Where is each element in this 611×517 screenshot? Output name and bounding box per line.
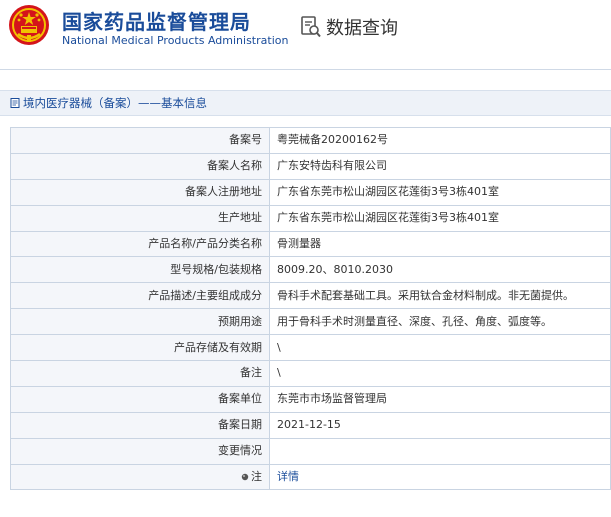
row-value: 2021-12-15	[269, 411, 611, 439]
row-label: 备案日期	[10, 411, 270, 439]
table-row: 备注 \	[10, 360, 611, 387]
national-emblem-icon	[9, 5, 49, 45]
row-value: \	[269, 334, 611, 362]
row-label: 产品描述/主要组成成分	[10, 282, 270, 310]
row-label: 型号规格/包装规格	[10, 256, 270, 284]
table-row: 产品描述/主要组成成分 骨科手术配套基础工具。采用钛合金材料制成。非无菌提供。	[10, 282, 611, 310]
table-row: 型号规格/包装规格 8009.20、8010.2030	[10, 256, 611, 284]
row-value: 广东省东莞市松山湖园区花莲街3号3栋401室	[269, 204, 611, 232]
row-value: 广东省东莞市松山湖园区花莲街3号3栋401室	[269, 178, 611, 206]
table-row: 产品名称/产品分类名称 骨测量器	[10, 230, 611, 258]
site-subtitle: National Medical Products Administration	[62, 34, 289, 47]
detail-table: 备案号 粤莞械备20200162号 备案人名称 广东安特齿科有限公司 备案人注册…	[10, 127, 611, 491]
details-link[interactable]: 详情	[277, 470, 299, 483]
table-row: 备案单位 东莞市市场监督管理局	[10, 385, 611, 413]
row-value: 详情	[269, 463, 611, 491]
header-divider	[0, 69, 611, 70]
row-label: 预期用途	[10, 308, 270, 336]
table-row: 预期用途 用于骨科手术时测量直径、深度、孔径、角度、弧度等。	[10, 308, 611, 336]
table-row: 注 详情	[10, 463, 611, 491]
row-value	[269, 437, 611, 465]
document-search-icon	[301, 16, 321, 38]
data-query-label: 数据查询	[326, 18, 398, 39]
table-row: 备案号 粤莞械备20200162号	[10, 127, 611, 154]
row-label: 备案人注册地址	[10, 178, 270, 206]
row-value: 骨科手术配套基础工具。采用钛合金材料制成。非无菌提供。	[269, 282, 611, 310]
row-value: 广东安特齿科有限公司	[269, 152, 611, 180]
row-label: 备案人名称	[10, 152, 270, 180]
row-value: 8009.20、8010.2030	[269, 256, 611, 284]
breadcrumb-text: 境内医疗器械（备案）——基本信息	[23, 96, 207, 110]
site-header: 国家药品监督管理局 National Medical Products Admi…	[0, 0, 611, 58]
site-title: 国家药品监督管理局	[62, 10, 251, 34]
breadcrumb: 境内医疗器械（备案）——基本信息	[0, 90, 611, 116]
table-row: 生产地址 广东省东莞市松山湖园区花莲街3号3栋401室	[10, 204, 611, 232]
row-value: 用于骨科手术时测量直径、深度、孔径、角度、弧度等。	[269, 308, 611, 336]
row-label: 生产地址	[10, 204, 270, 232]
row-value: 粤莞械备20200162号	[269, 127, 611, 154]
row-label: 产品名称/产品分类名称	[10, 230, 270, 258]
table-row: 产品存储及有效期 \	[10, 334, 611, 362]
row-label: 备案单位	[10, 385, 270, 413]
row-value: \	[269, 360, 611, 387]
row-label: 产品存储及有效期	[10, 334, 270, 362]
row-label: 变更情况	[10, 437, 270, 465]
note-bullet-icon	[241, 473, 249, 481]
row-label: 备案号	[10, 127, 270, 154]
row-label: 注	[251, 470, 262, 484]
row-label: 备注	[10, 360, 270, 387]
row-value: 东莞市市场监督管理局	[269, 385, 611, 413]
table-row: 备案人注册地址 广东省东莞市松山湖园区花莲街3号3栋401室	[10, 178, 611, 206]
page-icon	[10, 98, 20, 108]
table-row: 备案人名称 广东安特齿科有限公司	[10, 152, 611, 180]
note-label-cell: 注	[10, 463, 270, 491]
row-value: 骨测量器	[269, 230, 611, 258]
data-query-link[interactable]: 数据查询	[300, 14, 398, 40]
table-row: 变更情况	[10, 437, 611, 465]
table-row: 备案日期 2021-12-15	[10, 411, 611, 439]
